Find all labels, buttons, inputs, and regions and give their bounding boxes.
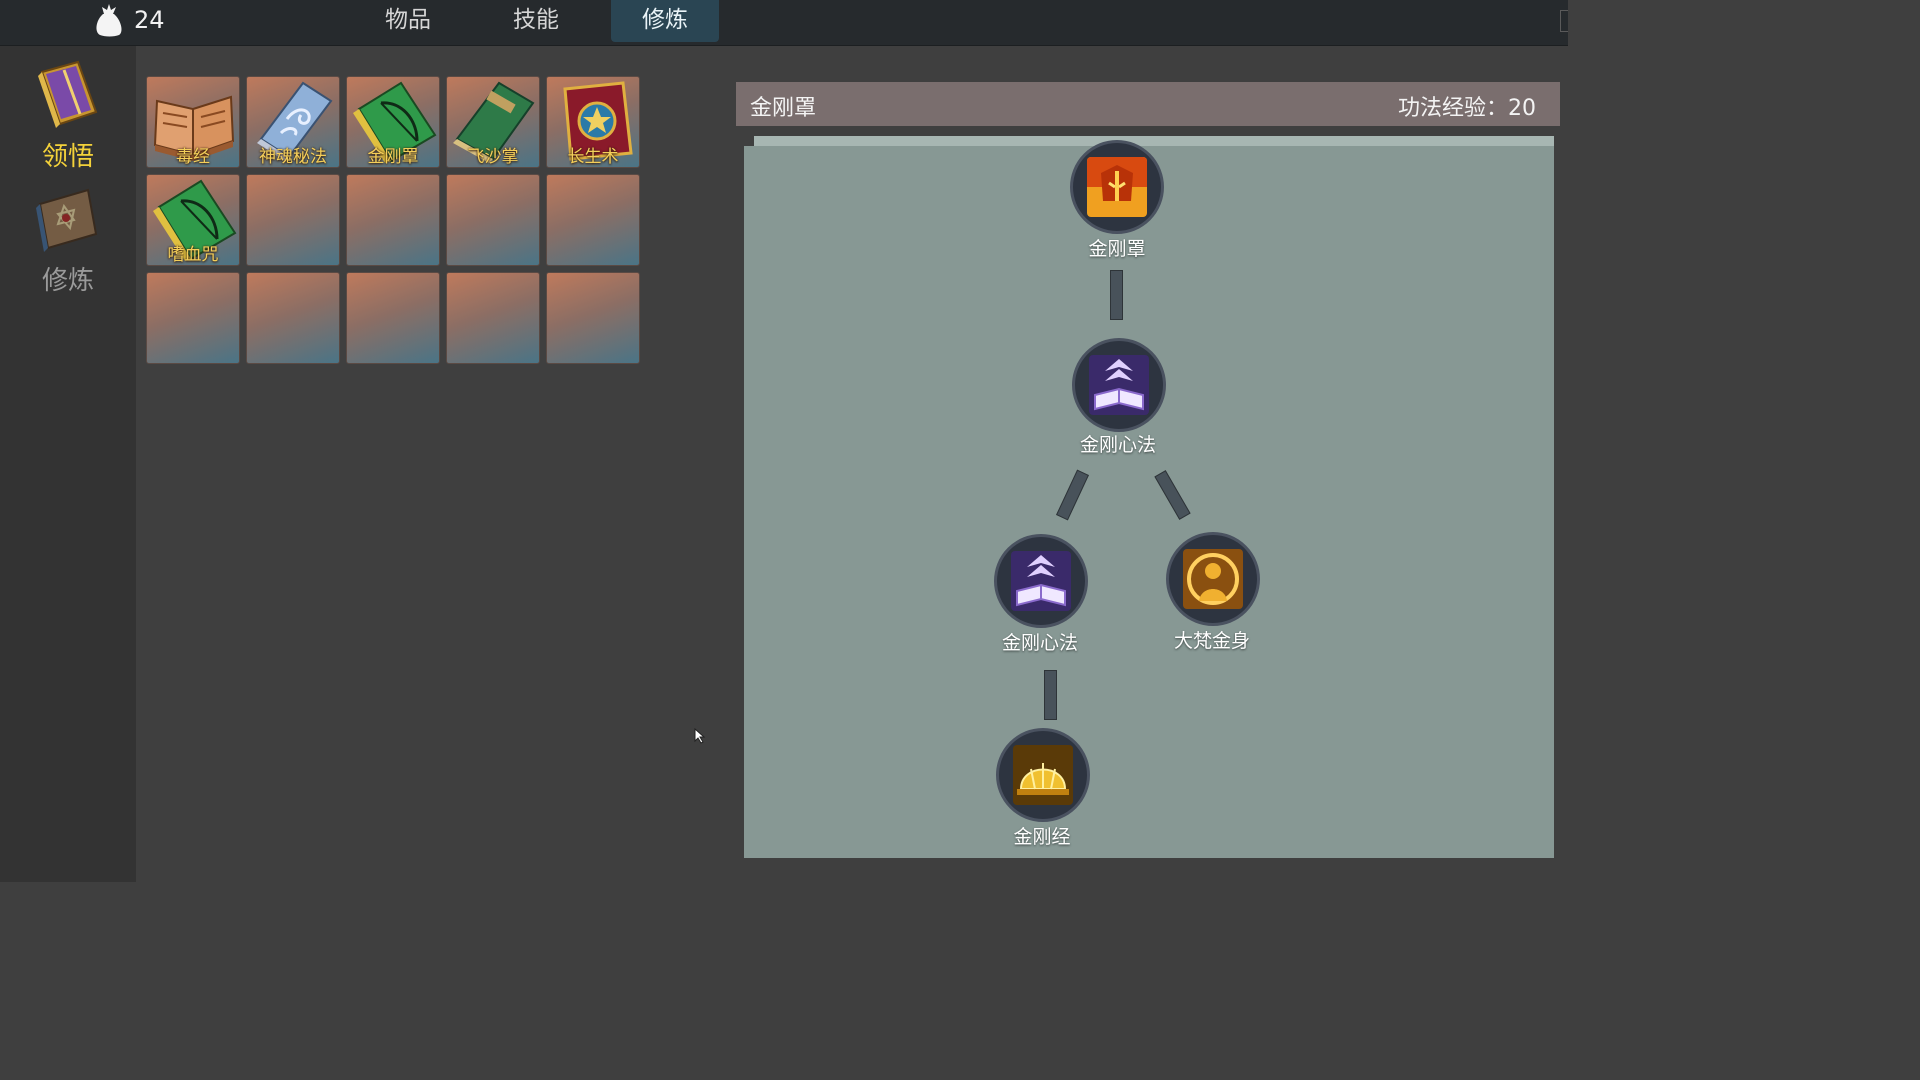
mouse-cursor-icon [694, 728, 706, 744]
side-nav-item-enlighten[interactable]: 领悟 [0, 56, 136, 176]
inventory-slot-empty[interactable] [346, 174, 440, 266]
inventory-slot-empty[interactable] [546, 174, 640, 266]
inventory-slot-empty[interactable] [146, 272, 240, 364]
item-name: 飞沙掌 [467, 147, 519, 167]
window-edge-marker [1560, 10, 1568, 32]
side-nav: 领悟 修炼 [0, 46, 136, 882]
skill-node-label: 金刚心法 [1001, 632, 1078, 654]
item-name: 嗜血咒 [167, 245, 219, 265]
skill-node-label: 金刚罩 [1088, 238, 1146, 260]
tab-items[interactable]: 物品 [354, 0, 462, 42]
tab-skills[interactable]: 技能 [482, 0, 590, 42]
skill-tree-panel: 金刚罩 金刚心法 金刚心法 大梵金身 金刚经 [744, 136, 1554, 858]
inventory-slot-empty[interactable] [446, 174, 540, 266]
skill-node-label: 金刚心法 [1079, 434, 1156, 456]
inventory-slot[interactable]: 飞沙掌 [446, 76, 540, 168]
golden-scroll-book-icon [38, 60, 98, 128]
skill-connector [1044, 670, 1057, 720]
skill-node[interactable] [994, 534, 1088, 628]
inventory-slot[interactable]: 嗜血咒 [146, 174, 240, 266]
top-bar: 24 物品 技能 修炼 [0, 0, 1568, 46]
inventory-slot[interactable]: 毒经 [146, 76, 240, 168]
skill-node-root[interactable] [1070, 140, 1164, 234]
skill-node[interactable] [1072, 338, 1166, 432]
side-nav-label-enlighten: 领悟 [41, 142, 94, 172]
skill-connector [1110, 270, 1123, 320]
skill-panel-title: 金刚罩 [750, 96, 817, 121]
inventory-slot[interactable]: 长生术 [546, 76, 640, 168]
purple-upgrade-book-icon [1089, 355, 1149, 415]
fire-helmet-icon [1087, 157, 1147, 217]
golden-monk-icon [1183, 549, 1243, 609]
side-nav-label-practice: 修炼 [41, 266, 94, 296]
inventory-slot[interactable]: 神魂秘法 [246, 76, 340, 168]
skill-node-label: 大梵金身 [1173, 630, 1250, 652]
inventory-slot-empty[interactable] [246, 272, 340, 364]
item-name: 神魂秘法 [259, 147, 327, 167]
skill-connector [1154, 470, 1191, 520]
skill-exp-readout: 功法经验：20 [1398, 96, 1536, 121]
purple-upgrade-book-icon [1011, 551, 1071, 611]
skill-panel-header: 金刚罩 功法经验：20 [736, 82, 1560, 126]
golden-dome-icon [1013, 745, 1073, 805]
skill-node[interactable] [996, 728, 1090, 822]
inventory-slot-empty[interactable] [546, 272, 640, 364]
item-name: 毒经 [176, 147, 210, 167]
inventory-slot[interactable]: 金刚罩 [346, 76, 440, 168]
skill-node[interactable] [1166, 532, 1260, 626]
blue-hexagram-book-icon [36, 188, 98, 252]
inventory-grid: 毒经 神魂秘法 金刚罩 飞沙掌 长生术 嗜血咒 [146, 76, 646, 364]
inventory-slot-empty[interactable] [346, 272, 440, 364]
side-nav-item-practice[interactable]: 修炼 [0, 182, 136, 302]
item-name: 金刚罩 [367, 147, 419, 167]
skill-connector [1056, 469, 1089, 521]
inventory-slot-empty[interactable] [246, 174, 340, 266]
skill-node-label: 金刚经 [1013, 826, 1071, 848]
item-name: 长生术 [567, 147, 619, 167]
inventory-slot-empty[interactable] [446, 272, 540, 364]
money-bag-icon [96, 4, 122, 37]
money-value: 24 [134, 6, 165, 34]
tab-cultivate[interactable]: 修炼 [611, 0, 719, 42]
